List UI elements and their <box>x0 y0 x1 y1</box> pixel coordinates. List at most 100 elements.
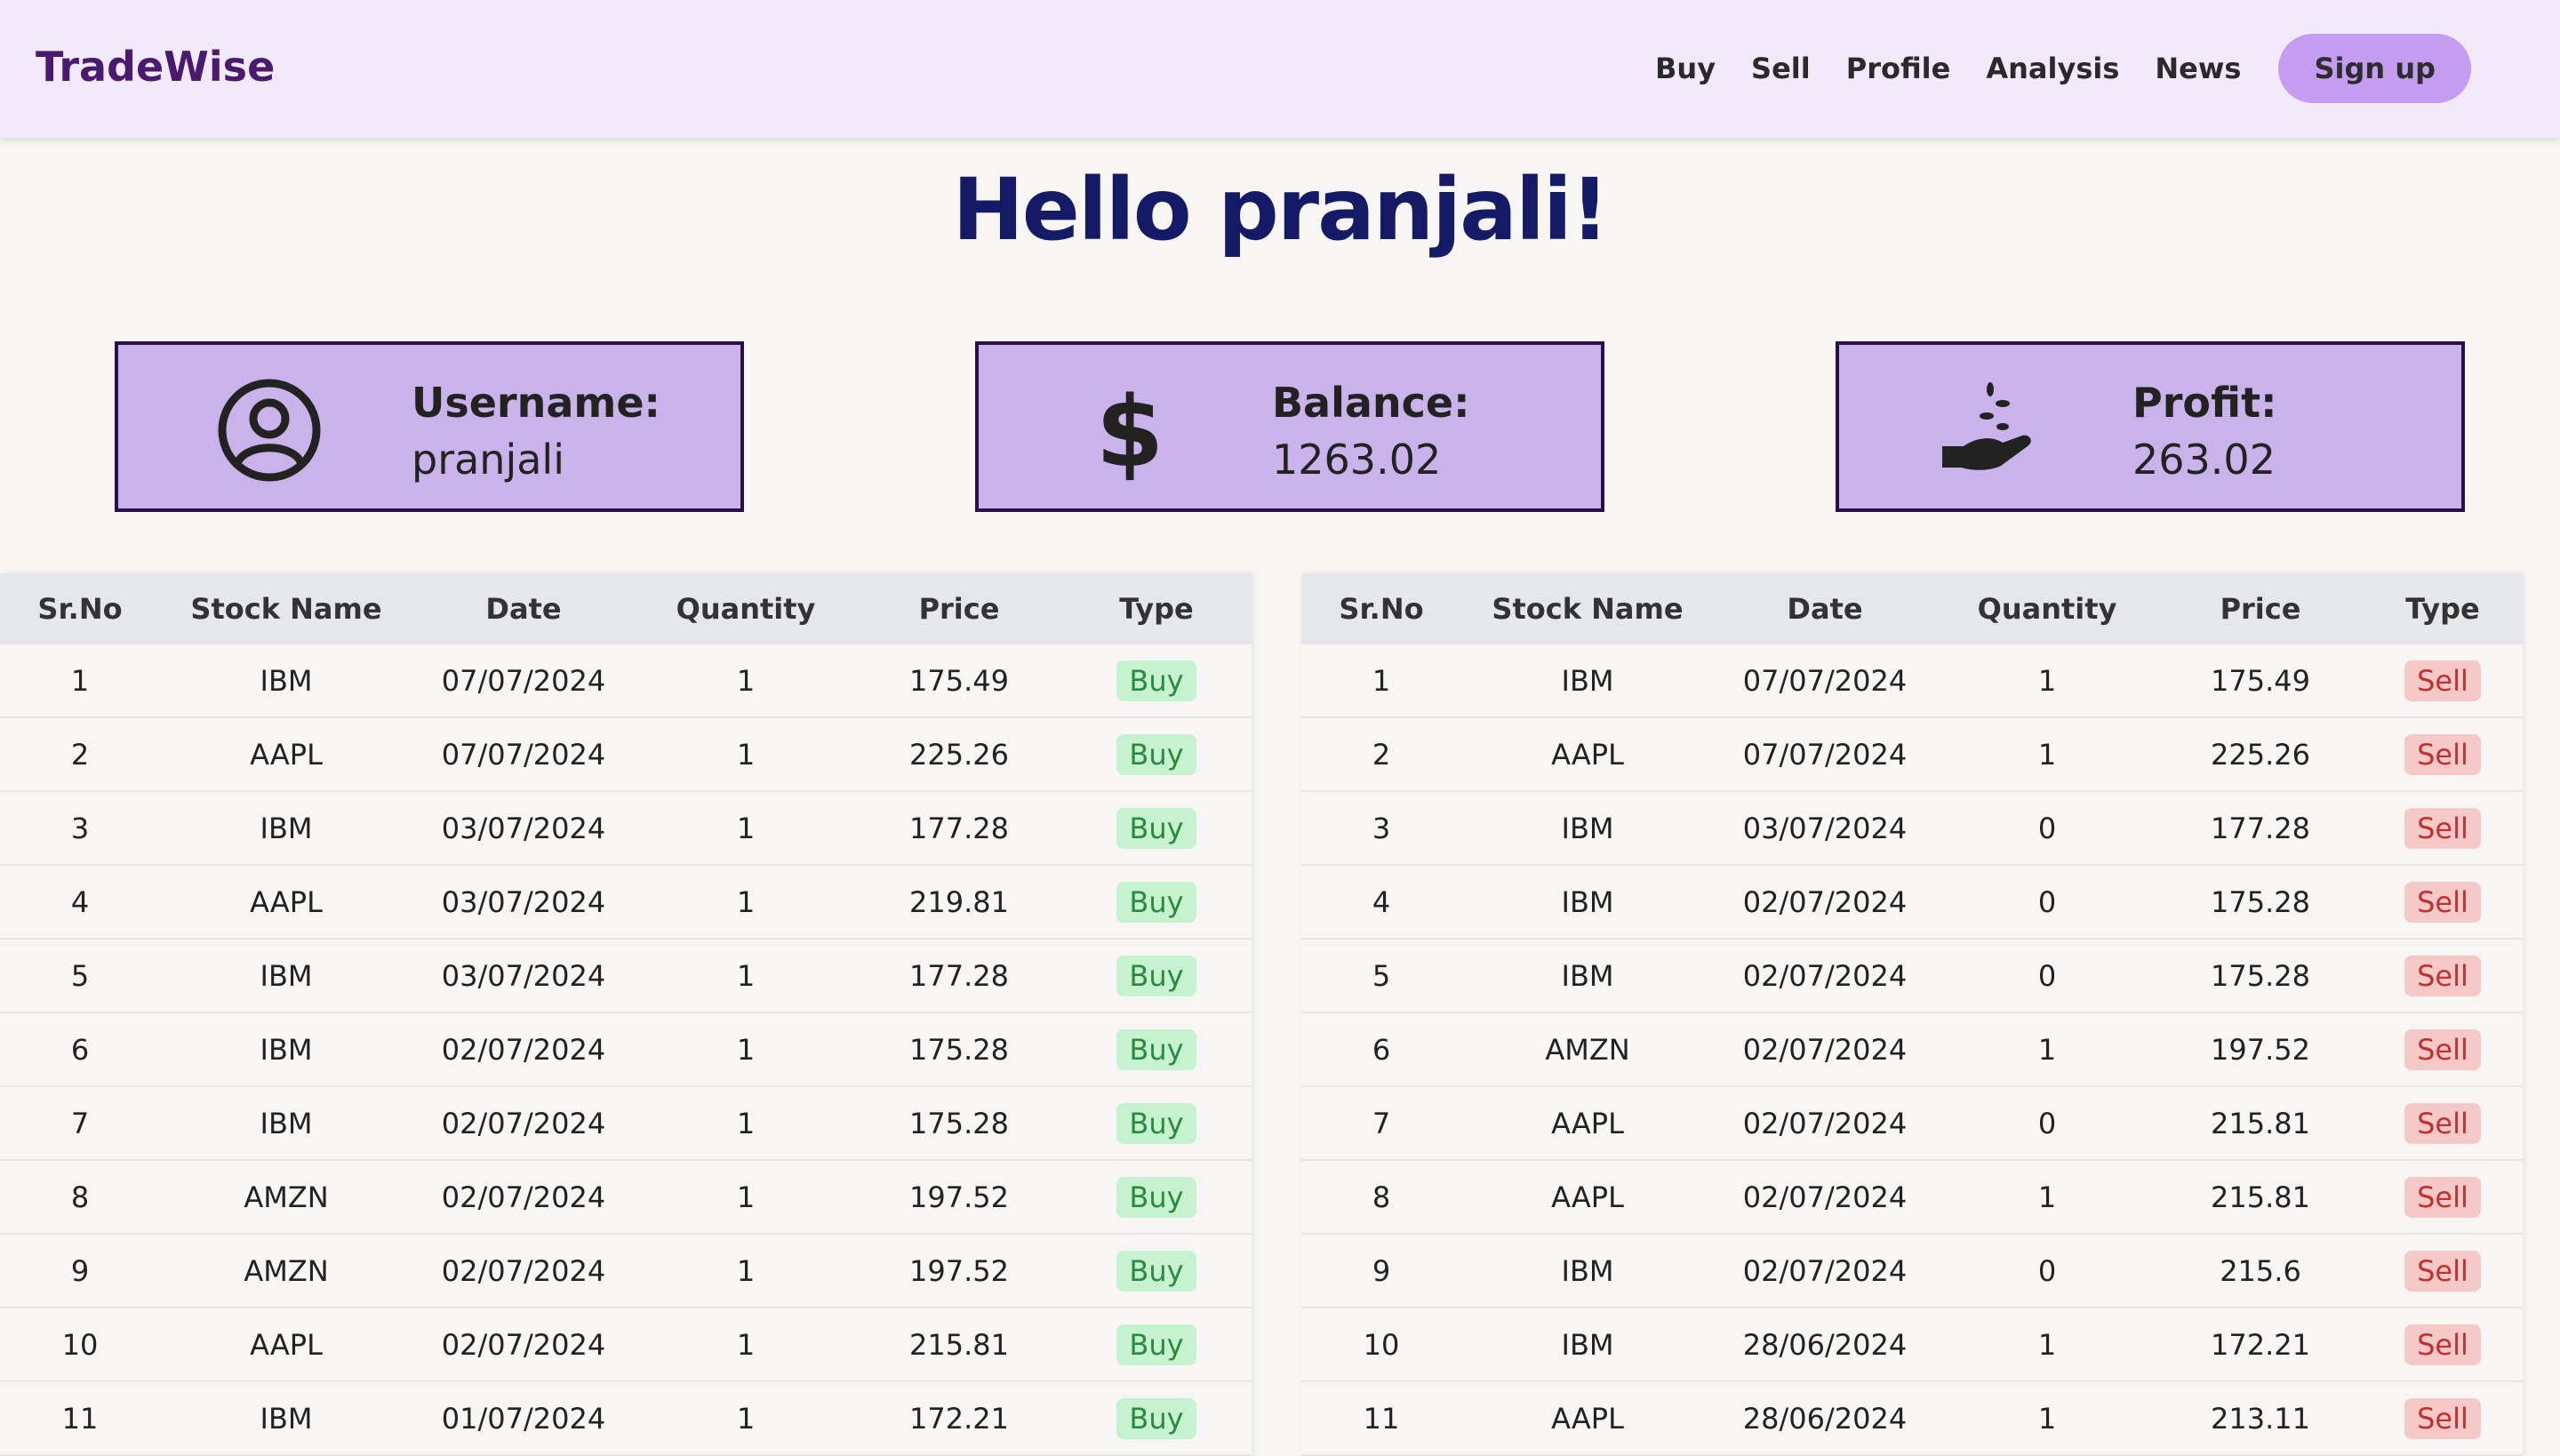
table-row: 9 AMZN 02/07/2024 1 197.52 Buy <box>0 1234 1252 1308</box>
table-cell: 7 <box>0 1086 160 1161</box>
table-cell: 07/07/2024 <box>412 644 635 718</box>
table-row: 7 IBM 02/07/2024 1 175.28 Buy <box>0 1086 1252 1161</box>
table-row: 2 AAPL 07/07/2024 1 225.26 Buy <box>0 717 1252 792</box>
column-header: Sr.No <box>0 573 160 644</box>
table-cell: AAPL <box>1461 1086 1714 1161</box>
table-cell: 213.11 <box>2158 1381 2363 1456</box>
table-row: 10 IBM 28/06/2024 1 172.21 Sell <box>1301 1308 2523 1382</box>
brand-logo[interactable]: TradeWise <box>36 43 275 91</box>
table-cell: 1 <box>635 865 857 940</box>
type-cell: Buy <box>1061 1234 1252 1308</box>
table-cell: AAPL <box>160 1308 412 1382</box>
nav-links: Buy Sell Profile Analysis News Sign up <box>1620 34 2471 103</box>
type-cell: Buy <box>1061 865 1252 940</box>
column-header: Quantity <box>635 573 857 644</box>
buy-type-badge: Buy <box>1116 881 1196 923</box>
table-cell: 02/07/2024 <box>412 1086 635 1161</box>
table-cell: 172.21 <box>857 1381 1061 1456</box>
table-row: 5 IBM 02/07/2024 0 175.28 Sell <box>1301 939 2523 1013</box>
table-cell: 02/07/2024 <box>1714 939 1936 1013</box>
table-row: 6 IBM 02/07/2024 1 175.28 Buy <box>0 1012 1252 1087</box>
buy-history-table: Sr.No Stock Name Date Quantity Price Type 1 IB… <box>0 573 1252 1456</box>
column-header: Quantity <box>1936 573 2158 644</box>
type-cell: Sell <box>2363 1308 2523 1382</box>
table-cell: 2 <box>1301 717 1461 792</box>
type-cell: Buy <box>1061 939 1252 1013</box>
table-cell: 177.28 <box>857 791 1061 866</box>
column-header: Type <box>1061 573 1252 644</box>
table-row: 11 IBM 01/07/2024 1 172.21 Buy <box>0 1381 1252 1456</box>
table-cell: 02/07/2024 <box>412 1160 635 1235</box>
profit-card: Profit: 263.02 <box>1836 341 2465 512</box>
column-header: Date <box>1714 573 1936 644</box>
sell-type-badge: Sell <box>2404 1397 2481 1439</box>
table-cell: 2 <box>0 717 160 792</box>
signup-button[interactable]: Sign up <box>2278 34 2471 103</box>
table-cell: 225.26 <box>2158 717 2363 792</box>
balance-card: $ Balance: 1263.02 <box>975 341 1604 512</box>
user-circle-icon <box>218 379 321 482</box>
type-cell: Sell <box>2363 717 2523 792</box>
type-cell: Buy <box>1061 644 1252 718</box>
type-cell: Sell <box>2363 644 2523 718</box>
table-cell: 11 <box>1301 1381 1461 1456</box>
table-cell: 197.52 <box>2158 1012 2363 1087</box>
table-cell: AAPL <box>160 717 412 792</box>
table-header-row: Sr.No Stock Name Date Quantity Price Type <box>0 573 1252 644</box>
table-cell: 07/07/2024 <box>412 717 635 792</box>
table-row: 3 IBM 03/07/2024 1 177.28 Buy <box>0 791 1252 866</box>
balance-value: 1263.02 <box>1272 436 1442 484</box>
dollar-icon: $ <box>1096 377 1164 484</box>
column-header: Type <box>2363 573 2523 644</box>
sell-type-badge: Sell <box>2404 1176 2481 1218</box>
buy-type-badge: Buy <box>1116 1176 1196 1218</box>
type-cell: Sell <box>2363 1012 2523 1087</box>
table-cell: 175.28 <box>857 1086 1061 1161</box>
nav-link-analysis[interactable]: Analysis <box>1986 52 2119 85</box>
table-cell: 9 <box>1301 1234 1461 1308</box>
table-cell: 1 <box>1936 717 2158 792</box>
table-cell: 03/07/2024 <box>412 791 635 866</box>
table-cell: 03/07/2024 <box>412 939 635 1013</box>
table-cell: 02/07/2024 <box>412 1308 635 1382</box>
table-cell: 177.28 <box>857 939 1061 1013</box>
sell-type-badge: Sell <box>2404 807 2481 849</box>
table-cell: 10 <box>0 1308 160 1382</box>
table-cell: IBM <box>1461 791 1714 866</box>
nav-link-buy[interactable]: Buy <box>1655 52 1716 85</box>
table-cell: 28/06/2024 <box>1714 1381 1936 1456</box>
table-cell: 0 <box>1936 865 2158 940</box>
table-cell: 1 <box>635 1160 857 1235</box>
table-row: 4 AAPL 03/07/2024 1 219.81 Buy <box>0 865 1252 940</box>
sell-history-table: Sr.No Stock Name Date Quantity Price Type 1 IB… <box>1301 573 2523 1456</box>
table-cell: 4 <box>0 865 160 940</box>
table-cell: 225.26 <box>857 717 1061 792</box>
buy-type-badge: Buy <box>1116 733 1196 775</box>
type-cell: Sell <box>2363 1234 2523 1308</box>
sell-type-badge: Sell <box>2404 881 2481 923</box>
table-cell: AAPL <box>1461 717 1714 792</box>
table-cell: 8 <box>1301 1160 1461 1235</box>
table-row: 1 IBM 07/07/2024 1 175.49 Sell <box>1301 644 2523 718</box>
table-cell: 177.28 <box>2158 791 2363 866</box>
type-cell: Sell <box>2363 1086 2523 1161</box>
type-cell: Sell <box>2363 1381 2523 1456</box>
table-cell: IBM <box>1461 1308 1714 1382</box>
svg-text:$: $ <box>1096 377 1164 484</box>
table-row: 7 AAPL 02/07/2024 0 215.81 Sell <box>1301 1086 2523 1161</box>
profit-label: Profit: <box>2132 379 2277 427</box>
table-cell: 175.28 <box>2158 865 2363 940</box>
table-row: 6 AMZN 02/07/2024 1 197.52 Sell <box>1301 1012 2523 1087</box>
sell-type-badge: Sell <box>2404 1250 2481 1292</box>
table-cell: IBM <box>160 1381 412 1456</box>
table-cell: 07/07/2024 <box>1714 717 1936 792</box>
nav-link-news[interactable]: News <box>2155 52 2241 85</box>
nav-link-profile[interactable]: Profile <box>1846 52 1951 85</box>
table-cell: 4 <box>1301 865 1461 940</box>
column-header: Price <box>857 573 1061 644</box>
nav-link-sell[interactable]: Sell <box>1751 52 1811 85</box>
table-cell: 5 <box>0 939 160 1013</box>
table-cell: 175.49 <box>2158 644 2363 718</box>
table-cell: 219.81 <box>857 865 1061 940</box>
type-cell: Buy <box>1061 1086 1252 1161</box>
